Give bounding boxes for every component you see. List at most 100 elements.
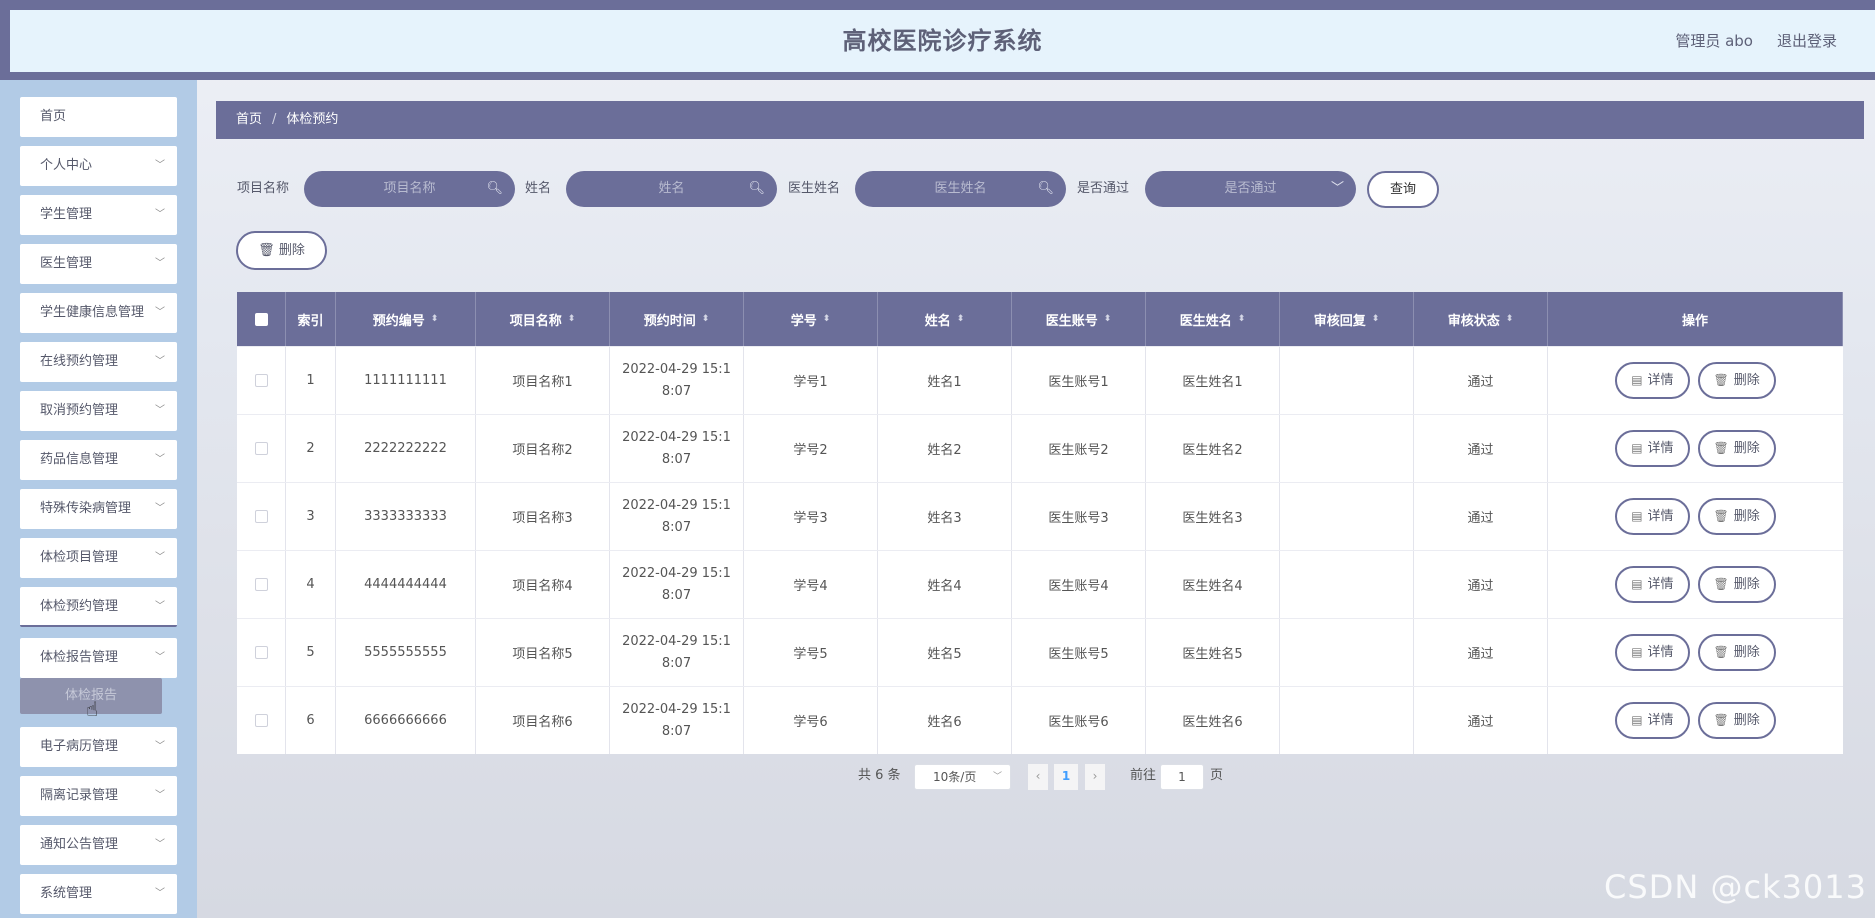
sort-icon[interactable]: ⬍ [431, 314, 439, 324]
table-cell: 学号5 [744, 619, 878, 686]
sort-icon[interactable]: ⬍ [1372, 314, 1380, 324]
sort-icon[interactable]: ⬍ [1506, 314, 1514, 324]
sidebar-item-6[interactable]: 取消预约管理 ﹀ [20, 391, 177, 431]
cell-value: 医生账号5 [1048, 647, 1109, 662]
select-all-checkbox[interactable] [254, 312, 268, 326]
column-header-label: 学号 [790, 313, 817, 329]
sidebar-item-8[interactable]: 特殊传染病管理 ﹀ [20, 489, 177, 529]
current-page-button[interactable]: 1 [1054, 764, 1078, 790]
row-checkbox[interactable] [254, 714, 268, 727]
chevron-down-icon: ﹀ [155, 307, 165, 318]
table-cell: 姓名1 [878, 347, 1012, 414]
cell-value: 姓名1 [927, 375, 962, 390]
table-cell: 学号4 [744, 551, 878, 618]
sidebar-item-11[interactable]: 体检报告管理 ﹀ [20, 638, 177, 678]
sidebar-item-7[interactable]: 药品信息管理 ﹀ [20, 440, 177, 480]
cell-value: 1 [306, 373, 315, 388]
row-checkbox[interactable] [254, 578, 268, 591]
batch-delete-button[interactable]: 🗑︎ 删除 [236, 231, 327, 270]
cell-value: 学号6 [793, 715, 828, 730]
logout-link[interactable]: 退出登录 [1777, 10, 1837, 72]
sort-icon[interactable]: ⬍ [702, 314, 710, 324]
sort-icon[interactable]: ⬍ [823, 314, 831, 324]
cell-value: 项目名称3 [512, 511, 573, 526]
sidebar-item-3[interactable]: 医生管理 ﹀ [20, 244, 177, 284]
column-header[interactable]: 预约编号 ⬍ [336, 292, 476, 346]
doctor-name-input[interactable]: 医生姓名 🔍︎ [855, 171, 1066, 207]
detail-button[interactable]: ▤ 详情 [1615, 566, 1690, 603]
appointment-time: 2022-04-29 15:1 [622, 361, 731, 377]
sidebar-item-15[interactable]: 系统管理 ﹀ [20, 874, 177, 914]
sort-icon[interactable]: ⬍ [957, 314, 965, 324]
sidebar-item-13[interactable]: 隔离记录管理 ﹀ [20, 776, 177, 816]
sidebar-item-4[interactable]: 学生健康信息管理 ﹀ [20, 293, 177, 333]
appointment-time: 8:07 [661, 451, 692, 467]
cell-value: 医生账号6 [1048, 715, 1109, 730]
breadcrumb-home[interactable]: 首页 [236, 112, 262, 127]
sort-icon[interactable]: ⬍ [568, 314, 576, 324]
sidebar-item-2[interactable]: 学生管理 ﹀ [20, 195, 177, 235]
column-header[interactable]: 审核回复 ⬍ [1280, 292, 1414, 346]
row-checkbox[interactable] [254, 510, 268, 523]
cell-value: 项目名称4 [512, 579, 573, 594]
row-checkbox[interactable] [254, 442, 268, 455]
next-page-button[interactable]: › [1085, 764, 1105, 790]
project-name-input[interactable]: 项目名称 🔍︎ [304, 171, 515, 207]
column-header[interactable]: 操作 [1548, 292, 1843, 346]
table-cell: 6 [286, 687, 336, 754]
table-cell: 项目名称5 [476, 619, 610, 686]
sidebar-item-9[interactable]: 体检项目管理 ﹀ [20, 538, 177, 578]
name-input[interactable]: 姓名 🔍︎ [566, 171, 777, 207]
delete-button[interactable]: 🗑︎ 删除 [1697, 634, 1776, 671]
column-header[interactable]: 姓名 ⬍ [878, 292, 1012, 346]
sidebar-item-5[interactable]: 在线预约管理 ﹀ [20, 342, 177, 382]
detail-button[interactable]: ▤ 详情 [1615, 702, 1690, 739]
column-header[interactable]: 医生账号 ⬍ [1012, 292, 1146, 346]
detail-button[interactable]: ▤ 详情 [1615, 430, 1690, 467]
query-button[interactable]: 查询 [1367, 171, 1439, 208]
column-header[interactable]: 审核状态 ⬍ [1414, 292, 1548, 346]
cell-value: 1111111111 [364, 373, 447, 388]
column-header[interactable]: 索引 [286, 292, 336, 346]
delete-button[interactable]: 🗑︎ 删除 [1697, 362, 1776, 399]
detail-button[interactable]: ▤ 详情 [1615, 498, 1690, 535]
sidebar-item-0[interactable]: 首页 [20, 97, 177, 137]
detail-button[interactable]: ▤ 详情 [1615, 634, 1690, 671]
table-cell: 1111111111 [336, 347, 476, 414]
prev-page-button[interactable]: ‹ [1028, 764, 1048, 790]
delete-button[interactable]: 🗑︎ 删除 [1697, 702, 1776, 739]
detail-button[interactable]: ▤ 详情 [1615, 362, 1690, 399]
sidebar-item-10[interactable]: 体检预约管理 ﹀ [20, 587, 177, 627]
column-header[interactable]: 学号 ⬍ [744, 292, 878, 346]
delete-button[interactable]: 🗑︎ 删除 [1697, 430, 1776, 467]
document-icon: ▤ [1631, 577, 1643, 591]
column-header[interactable]: 项目名称 ⬍ [476, 292, 610, 346]
column-header[interactable]: 预约时间 ⬍ [610, 292, 744, 346]
appointment-time: 8:07 [661, 723, 692, 739]
top-bar: 高校医院诊疗系统 管理员 abo 退出登录 [0, 0, 1875, 80]
sidebar-item-1[interactable]: 个人中心 ﹀ [20, 146, 177, 186]
row-checkbox[interactable] [254, 646, 268, 659]
page-size-select[interactable]: 10条/页 ﹀ [914, 764, 1011, 790]
passed-select[interactable]: 是否通过 ﹀ [1145, 171, 1356, 207]
sort-icon[interactable]: ⬍ [1238, 314, 1246, 324]
chevron-down-icon: ﹀ [155, 652, 165, 663]
project-name-placeholder: 项目名称 [383, 181, 436, 196]
goto-page-input[interactable]: 1 [1160, 764, 1204, 790]
delete-button[interactable]: 🗑︎ 删除 [1697, 566, 1776, 603]
cell-value: 姓名2 [927, 443, 962, 458]
sidebar-item-14[interactable]: 通知公告管理 ﹀ [20, 825, 177, 865]
row-checkbox[interactable] [254, 374, 268, 387]
delete-button-label: 删除 [1733, 441, 1760, 456]
trash-icon: 🗑︎ [1713, 441, 1729, 455]
sort-icon[interactable]: ⬍ [1104, 314, 1112, 324]
watermark: CSDN @ck3013 [1604, 868, 1867, 906]
sidebar-item-12[interactable]: 电子病历管理 ﹀ [20, 727, 177, 767]
table-cell: 2022-04-29 15:1 8:07 [610, 483, 744, 550]
sidebar-item-label: 个人中心 [40, 158, 93, 173]
cell-value: 医生姓名2 [1182, 443, 1243, 458]
delete-button[interactable]: 🗑︎ 删除 [1697, 498, 1776, 535]
column-header[interactable]: 医生姓名 ⬍ [1146, 292, 1280, 346]
sidebar-item-label: 医生管理 [40, 256, 93, 271]
row-checkbox-cell [237, 347, 286, 414]
